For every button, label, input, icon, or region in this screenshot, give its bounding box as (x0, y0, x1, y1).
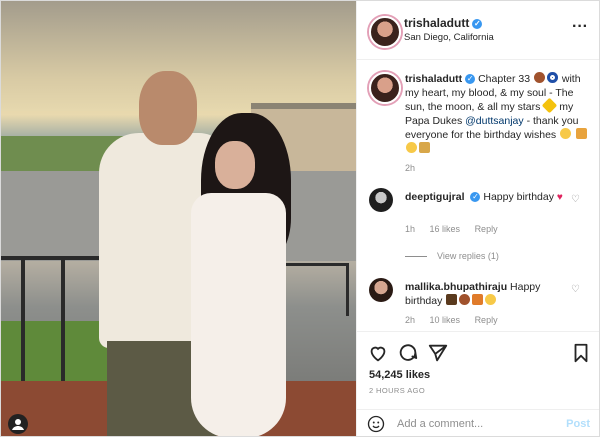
add-comment-bar: Add a comment... Post (357, 409, 599, 436)
gift-emoji-icon (472, 294, 484, 305)
caption-text: trishaladutt ✓ Chapter 33 with my heart, … (405, 72, 591, 156)
post-comment-button[interactable]: Post (566, 418, 590, 430)
like-comment-heart-icon[interactable]: ♡ (571, 284, 580, 295)
post-header: trishaladutt ✓ San Diego, California ··· (357, 1, 599, 60)
avatar[interactable] (369, 16, 401, 48)
post-timestamp[interactable]: 2 HOURS AGO (369, 386, 425, 395)
tagged-users-icon[interactable] (8, 414, 28, 434)
mention-link[interactable]: @duttsanjay (465, 115, 524, 127)
reply-button[interactable]: Reply (475, 315, 498, 325)
reply-button[interactable]: Reply (475, 224, 498, 234)
like-heart-icon[interactable] (367, 342, 389, 364)
save-bookmark-icon[interactable] (570, 342, 592, 364)
verified-badge-icon: ✓ (472, 18, 483, 29)
comment-time[interactable]: 2h (405, 315, 415, 325)
comment-likes[interactable]: 16 likes (430, 224, 461, 234)
comment-input[interactable]: Add a comment... (397, 418, 483, 430)
comment-username[interactable]: deeptigujral (405, 191, 465, 203)
photo-person-woman (191, 113, 301, 436)
cake-emoji-icon (576, 128, 588, 139)
comment-icon[interactable] (397, 342, 419, 364)
verified-badge-icon: ✓ (470, 192, 481, 203)
comment-username[interactable]: mallika.bhupathiraju (405, 281, 507, 293)
verified-badge-icon: ✓ (465, 74, 476, 85)
caption-username[interactable]: trishaladutt (405, 73, 462, 85)
header-username[interactable]: trishaladutt ✓ (404, 16, 483, 30)
evil-eye-emoji-icon (546, 72, 558, 83)
cake-emoji-icon (459, 294, 471, 305)
cake-emoji-icon (533, 72, 545, 83)
caption-avatar[interactable] (369, 72, 401, 104)
more-options-icon[interactable]: ··· (572, 18, 588, 36)
post-sidebar: trishaladutt ✓ San Diego, California ··· … (356, 1, 599, 436)
username-text[interactable]: trishaladutt (404, 16, 469, 30)
party-emoji-icon (446, 294, 458, 305)
post-photo[interactable] (1, 1, 356, 436)
heart-eyes-emoji-icon (485, 294, 497, 305)
instagram-post: trishaladutt ✓ San Diego, California ··· … (0, 0, 600, 437)
comment-avatar[interactable] (369, 188, 393, 212)
comments-section: trishaladutt ✓ Chapter 33 with my heart, … (357, 60, 599, 330)
comment-likes[interactable]: 10 likes (430, 315, 461, 325)
smiling-face-emoji-icon (560, 128, 572, 139)
view-replies-button[interactable]: View replies (1) (405, 251, 499, 261)
emoji-icon[interactable] (367, 415, 385, 433)
face-emoji-icon (406, 142, 417, 153)
red-heart-emoji-icon: ♥ (556, 192, 563, 203)
caption-time[interactable]: 2h (405, 163, 415, 173)
comment-text: Happy birthday (483, 191, 554, 203)
location-link[interactable]: San Diego, California (404, 32, 494, 43)
like-comment-heart-icon[interactable]: ♡ (571, 194, 580, 205)
likes-count[interactable]: 54,245 likes (369, 369, 430, 381)
party-emoji-icon (419, 142, 430, 153)
share-icon[interactable] (427, 342, 449, 364)
star-emoji-icon (542, 97, 558, 114)
comment-avatar[interactable] (369, 278, 393, 302)
comment-time[interactable]: 1h (405, 224, 415, 234)
